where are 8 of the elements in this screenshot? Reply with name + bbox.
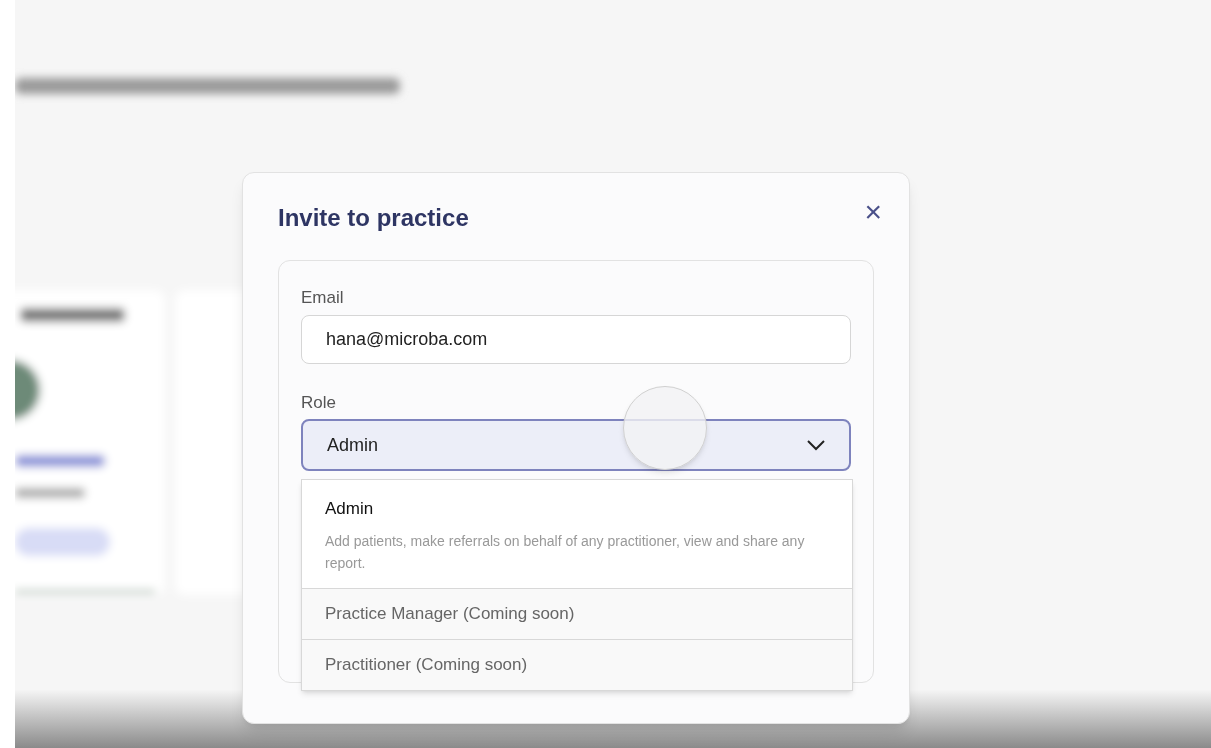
close-button[interactable]: × bbox=[864, 197, 882, 227]
field-label: Email bbox=[301, 289, 345, 306]
chevron-down-icon bbox=[807, 439, 825, 451]
email-field[interactable]: hana@microba.com bbox=[301, 315, 851, 364]
field-label: Role bbox=[301, 394, 337, 411]
option-description: Add patients, make referrals on behalf of any practitioner, view and share any report. bbox=[325, 532, 805, 573]
dialog-title: Invite to practice bbox=[278, 203, 469, 233]
role-option[interactable]: Admin Add patients, make referrals on behalf of any practitioner, view and share any report. bbox=[302, 480, 852, 588]
